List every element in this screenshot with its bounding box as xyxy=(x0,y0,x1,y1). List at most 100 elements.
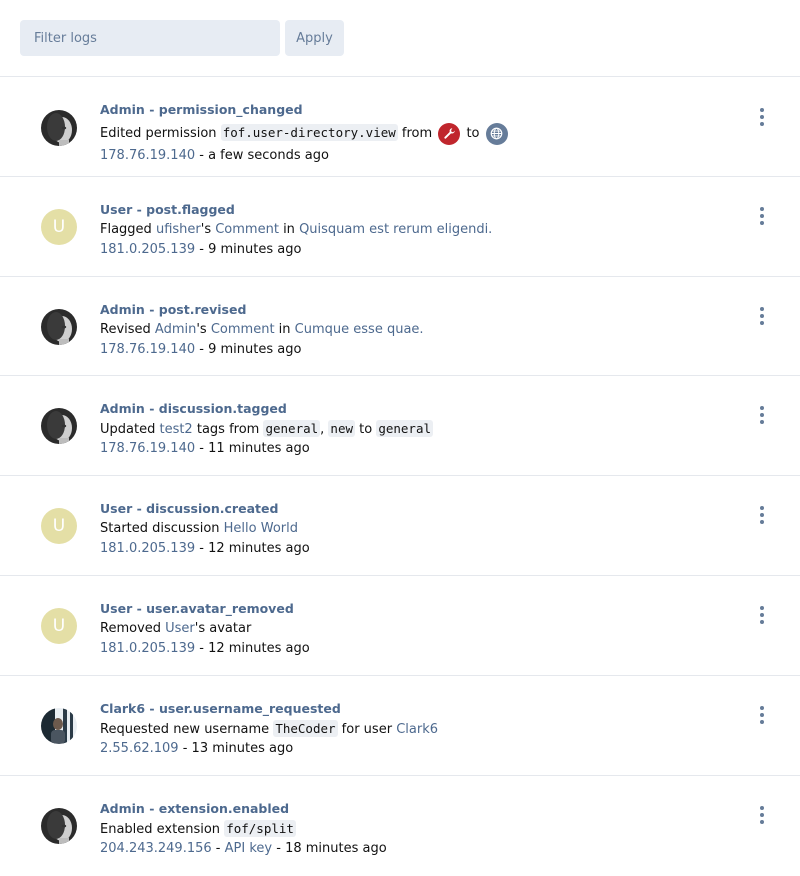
log-meta: 204.243.249.156 - API key - 18 minutes a… xyxy=(100,839,740,859)
log-meta: 2.55.62.109 - 13 minutes ago xyxy=(100,739,740,759)
discussion-link[interactable]: Cumque esse quae. xyxy=(295,322,424,337)
admin-avatar[interactable] xyxy=(41,807,77,844)
desc-text: 's avatar xyxy=(194,620,252,636)
user-link[interactable]: ufisher xyxy=(156,222,201,237)
api-key-link[interactable]: API key xyxy=(225,841,272,856)
log-body: User - user.avatar_removed Removed User'… xyxy=(100,599,740,659)
separator: - xyxy=(195,541,209,557)
log-action-link[interactable]: discussion.created xyxy=(146,501,278,516)
desc-text: Enabled extension xyxy=(100,821,225,837)
desc-text: in xyxy=(278,221,300,237)
dot xyxy=(760,513,764,518)
row-menu-button[interactable] xyxy=(757,805,767,824)
row-menu-button[interactable] xyxy=(757,108,767,126)
log-user-link[interactable]: Admin xyxy=(100,801,145,816)
row-menu-button[interactable] xyxy=(757,306,767,325)
extension-code: fof/split xyxy=(224,819,296,837)
log-time: a few seconds ago xyxy=(208,148,329,163)
ip-address-link[interactable]: 178.76.19.140 xyxy=(100,441,195,456)
filter-logs-input[interactable] xyxy=(20,20,280,56)
apply-button[interactable]: Apply xyxy=(285,20,344,56)
log-description: Enabled extension fof/split xyxy=(100,819,740,839)
admin-avatar[interactable] xyxy=(41,110,77,146)
log-body: Admin - extension.enabled Enabled extens… xyxy=(100,799,740,859)
log-user-link[interactable]: User xyxy=(100,202,132,217)
log-meta: 178.76.19.140 - 9 minutes ago xyxy=(100,340,740,360)
user-link[interactable]: User xyxy=(165,621,195,636)
log-action-link[interactable]: extension.enabled xyxy=(159,801,289,816)
log-heading: Clark6 - user.username_requested xyxy=(100,699,740,719)
log-user-link[interactable]: User xyxy=(100,601,132,616)
ip-address-link[interactable]: 2.55.62.109 xyxy=(100,741,179,756)
dot xyxy=(760,506,764,511)
dot xyxy=(760,413,764,418)
log-row: Admin - permission_changed Edited permis… xyxy=(0,77,800,177)
user-avatar[interactable]: U xyxy=(41,208,77,245)
wrench-icon xyxy=(438,122,461,145)
separator: - xyxy=(132,201,147,217)
admin-avatar[interactable] xyxy=(41,308,77,345)
row-menu-button[interactable] xyxy=(757,605,767,624)
dot xyxy=(760,805,764,810)
log-heading: Admin - discussion.tagged xyxy=(100,399,740,419)
log-user-link[interactable]: Admin xyxy=(100,302,145,317)
desc-text: from xyxy=(397,126,437,141)
user-avatar[interactable]: U xyxy=(41,607,77,644)
dot xyxy=(760,420,764,425)
log-user-link[interactable]: Admin xyxy=(100,102,145,117)
dot xyxy=(760,320,764,325)
ip-address-link[interactable]: 204.243.249.156 xyxy=(100,841,212,856)
row-menu-button[interactable] xyxy=(757,705,767,724)
log-row: U User - discussion.created Started disc… xyxy=(0,476,800,576)
log-time: 18 minutes ago xyxy=(285,840,387,856)
log-filter-toolbar: Apply xyxy=(20,20,344,56)
ip-address-link[interactable]: 181.0.205.139 xyxy=(100,242,195,257)
log-user-link[interactable]: Admin xyxy=(100,401,145,416)
log-meta: 178.76.19.140 - a few seconds ago xyxy=(100,146,740,166)
log-meta: 181.0.205.139 - 12 minutes ago xyxy=(100,639,740,659)
log-action-link[interactable]: permission_changed xyxy=(159,102,303,117)
log-row: Admin - post.revised Revised Admin's Com… xyxy=(0,277,800,377)
log-body: User - discussion.created Started discus… xyxy=(100,499,740,559)
discussion-link[interactable]: Hello World xyxy=(224,521,298,536)
log-action-link[interactable]: post.revised xyxy=(159,302,247,317)
log-action-link[interactable]: user.username_requested xyxy=(159,701,341,716)
discussion-link[interactable]: Quisquam est rerum eligendi. xyxy=(299,222,492,237)
row-menu-button[interactable] xyxy=(757,406,767,425)
separator: - xyxy=(144,102,159,117)
log-description: Updated test2 tags from general, new to … xyxy=(100,419,740,439)
log-action-link[interactable]: user.avatar_removed xyxy=(146,601,294,616)
log-description: Removed User's avatar xyxy=(100,619,740,639)
dot xyxy=(760,115,764,119)
user-link[interactable]: Clark6 xyxy=(396,722,438,737)
log-action-link[interactable]: discussion.tagged xyxy=(159,401,287,416)
log-user-link[interactable]: Clark6 xyxy=(100,701,145,716)
user-link[interactable]: Admin xyxy=(155,322,196,337)
desc-text: in xyxy=(274,321,295,337)
discussion-link[interactable]: test2 xyxy=(159,422,192,437)
row-menu-button[interactable] xyxy=(757,206,767,225)
clark6-avatar[interactable] xyxy=(41,707,77,744)
ip-address-link[interactable]: 178.76.19.140 xyxy=(100,342,195,357)
post-link[interactable]: Comment xyxy=(215,222,279,237)
dot xyxy=(760,619,764,624)
admin-avatar[interactable] xyxy=(41,408,77,445)
log-user-link[interactable]: User xyxy=(100,501,132,516)
separator: - xyxy=(195,241,209,257)
user-avatar[interactable]: U xyxy=(41,508,77,545)
log-action-link[interactable]: post.flagged xyxy=(146,202,235,217)
desc-text: 's xyxy=(200,221,216,237)
ip-address-link[interactable]: 181.0.205.139 xyxy=(100,641,195,656)
dot xyxy=(760,712,764,717)
log-row: Admin - extension.enabled Enabled extens… xyxy=(0,776,800,876)
dot xyxy=(760,206,764,211)
ip-address-link[interactable]: 178.76.19.140 xyxy=(100,148,195,163)
post-link[interactable]: Comment xyxy=(211,322,275,337)
ip-address-link[interactable]: 181.0.205.139 xyxy=(100,541,195,556)
avatar-letter: U xyxy=(52,216,66,237)
log-body: User - post.flagged Flagged ufisher's Co… xyxy=(100,200,740,260)
log-body: Admin - post.revised Revised Admin's Com… xyxy=(100,300,740,360)
desc-text: to xyxy=(462,126,484,141)
dot xyxy=(760,220,764,225)
row-menu-button[interactable] xyxy=(757,506,767,525)
